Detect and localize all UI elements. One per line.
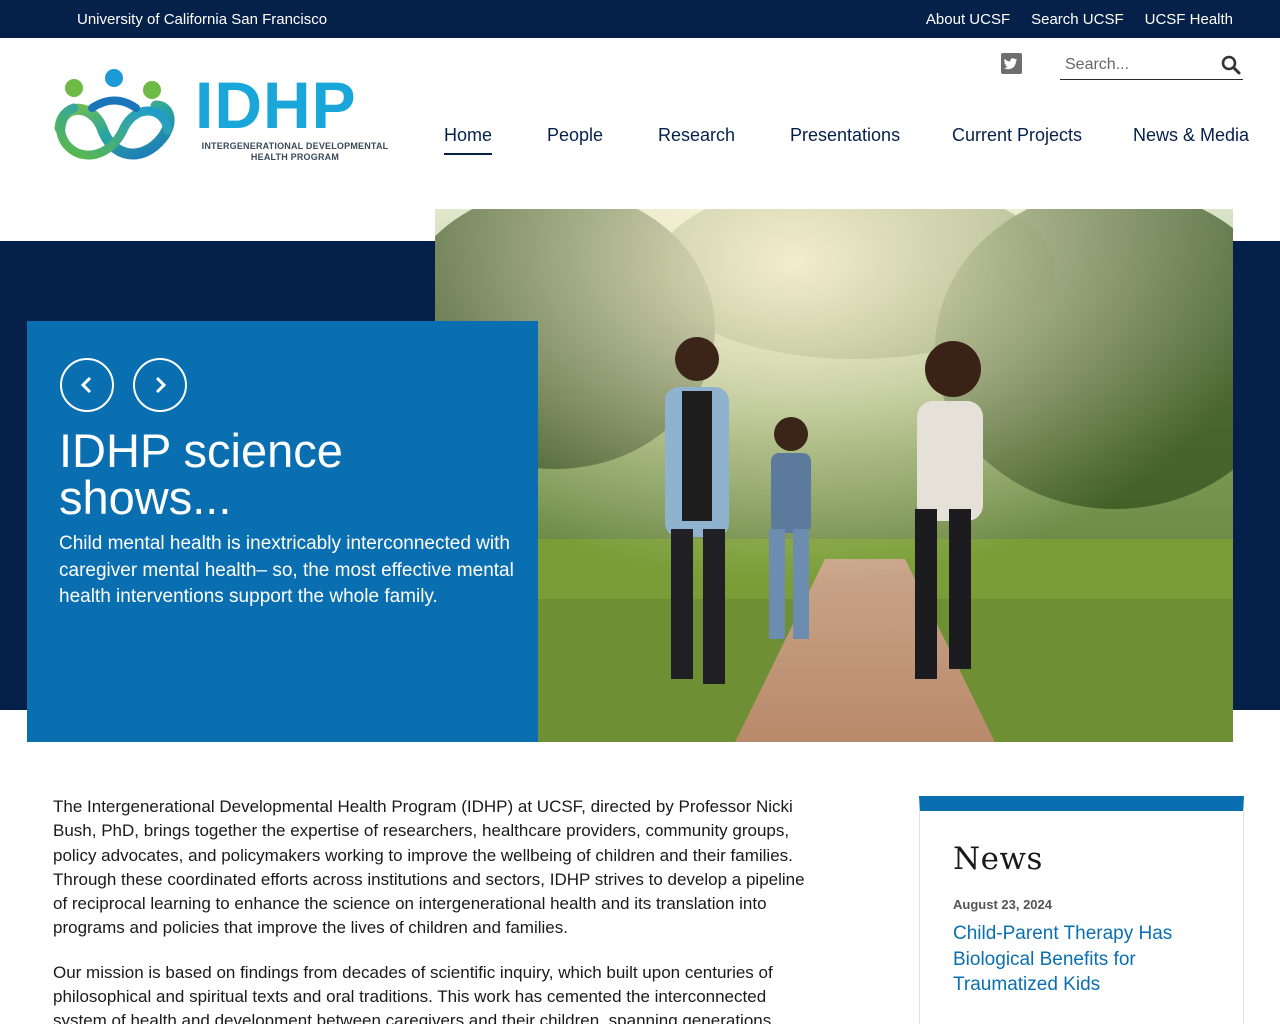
nav-research[interactable]: Research bbox=[658, 125, 735, 146]
news-card: News August 23, 2024 Child-Parent Therap… bbox=[919, 796, 1244, 1024]
nav-people[interactable]: People bbox=[547, 125, 603, 146]
nav-home[interactable]: Home bbox=[444, 125, 493, 155]
ucsf-health-link[interactable]: UCSF Health bbox=[1145, 11, 1233, 28]
slider-prev-button[interactable] bbox=[60, 358, 114, 412]
search-box bbox=[1060, 52, 1243, 80]
utility-links: About UCSF Search UCSF UCSF Health bbox=[926, 11, 1233, 28]
idhp-logo[interactable]: IDHP INTERGENERATIONAL DEVELOPMENTAL HEA… bbox=[52, 68, 397, 180]
family-photo-image bbox=[435, 209, 1233, 742]
intro-content: The Intergenerational Developmental Heal… bbox=[53, 795, 813, 1024]
hero-text: Child mental health is inextricably inte… bbox=[59, 533, 514, 607]
chevron-left-icon bbox=[80, 376, 92, 394]
news-date: August 23, 2024 bbox=[953, 897, 1052, 912]
search-input[interactable] bbox=[1060, 52, 1210, 78]
nav-news-media[interactable]: News & Media bbox=[1133, 125, 1249, 146]
search-icon[interactable] bbox=[1221, 55, 1241, 75]
news-heading: News bbox=[953, 841, 1043, 877]
intro-paragraph-1: The Intergenerational Developmental Heal… bbox=[53, 797, 805, 938]
intro-paragraph-2: Our mission is based on findings from de… bbox=[53, 962, 776, 1024]
nav-current-projects[interactable]: Current Projects bbox=[952, 125, 1082, 146]
search-ucsf-link[interactable]: Search UCSF bbox=[1031, 11, 1124, 28]
news-headline-link[interactable]: Child-Parent Therapy Has Biological Bene… bbox=[953, 921, 1213, 998]
hero-card: IDHP science shows... Child mental healt… bbox=[27, 321, 538, 742]
chevron-right-icon bbox=[155, 376, 167, 394]
about-ucsf-link[interactable]: About UCSF bbox=[926, 11, 1010, 28]
university-link[interactable]: University of California San Francisco bbox=[77, 11, 327, 28]
nav-presentations[interactable]: Presentations bbox=[790, 125, 900, 146]
slider-next-button[interactable] bbox=[133, 358, 187, 412]
main-nav: Home People Research Presentations Curre… bbox=[0, 125, 1280, 157]
twitter-icon[interactable] bbox=[1001, 53, 1022, 74]
utility-bar: University of California San Francisco A… bbox=[0, 0, 1280, 38]
hero-title: IDHP science shows... bbox=[59, 424, 343, 524]
hero-photo bbox=[435, 209, 1233, 742]
logo-mark-icon bbox=[54, 69, 175, 160]
